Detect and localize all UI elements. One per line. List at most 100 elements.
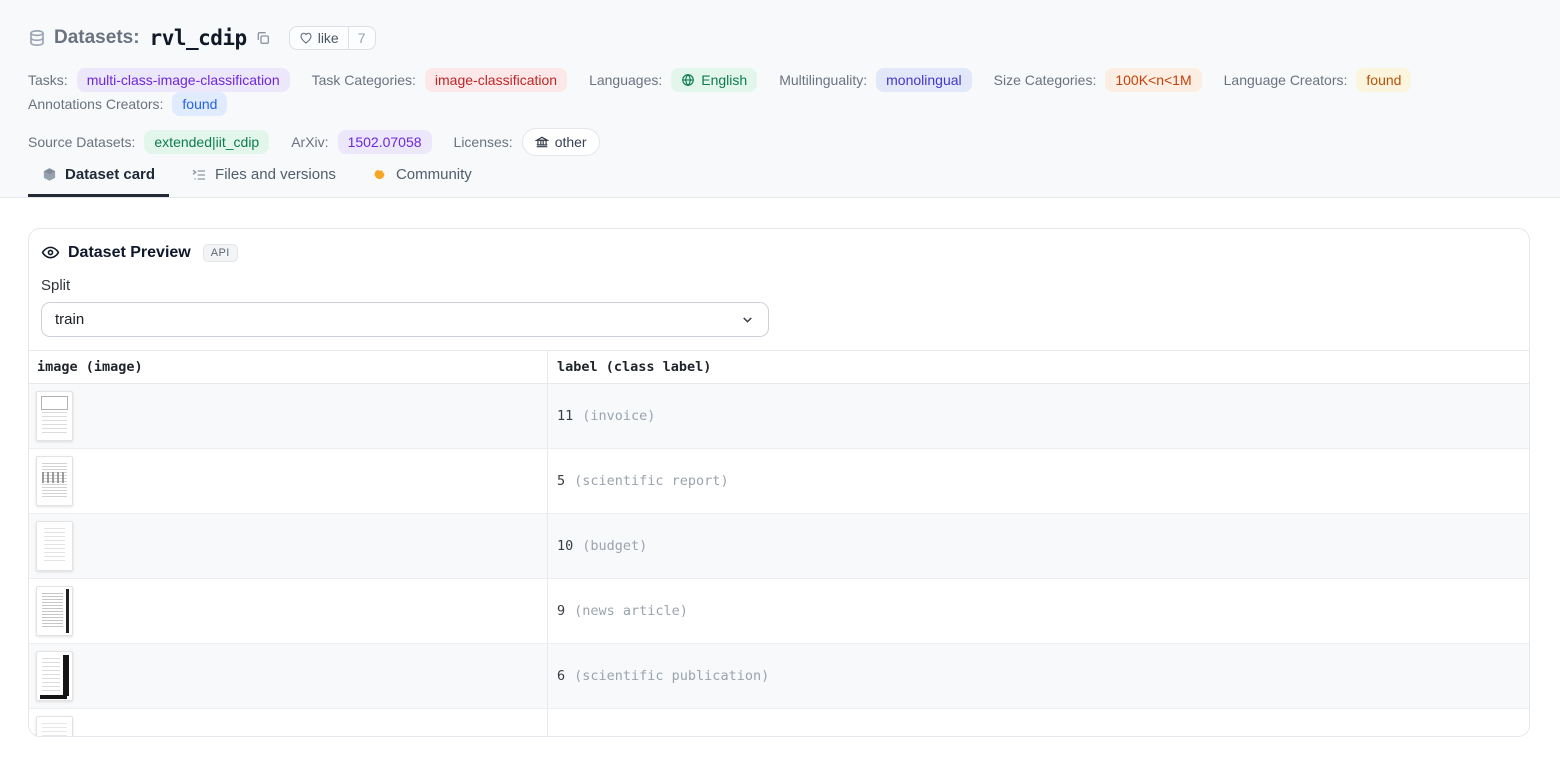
label-cell: 10 (budget) [548,514,1529,578]
document-thumbnail[interactable] [36,651,73,701]
document-thumbnail[interactable] [36,391,73,441]
preview-table: image (image) label (class label) 11 (in… [29,350,1529,737]
tab-community[interactable]: Community [358,158,486,197]
table-row: 6 (scientific publication) [29,644,1529,709]
database-icon [28,29,46,47]
like-count: 7 [348,27,375,49]
cube-icon [42,167,57,182]
languages-label: Languages: [589,72,662,88]
tab-dataset-card[interactable]: Dataset card [28,158,169,197]
split-label: Split [41,277,1517,294]
preview-title: Dataset Preview [68,244,191,262]
task-categories-label: Task Categories: [312,72,416,88]
label-value: 6 [557,668,565,684]
like-label: like [318,30,339,46]
language-creators-label: Language Creators: [1224,72,1348,88]
tag-group-multilinguality: Multilinguality: monolingual [779,68,971,92]
source-datasets-label: Source Datasets: [28,134,135,150]
label-cell: 9 (news article) [548,579,1529,643]
tasks-label: Tasks: [28,72,68,88]
tab-files-and-versions[interactable]: Files and versions [177,158,350,197]
tag-license-other[interactable]: other [522,128,600,156]
split-select-value: train [55,311,84,328]
dataset-name: rvl_cdip [150,26,247,50]
label-value: 11 [557,408,573,424]
tag-group-arxiv: ArXiv: 1502.07058 [291,130,431,154]
tag-monolingual[interactable]: monolingual [876,68,972,92]
heart-icon [299,31,313,45]
tag-multi-class-image-classification[interactable]: multi-class-image-classification [77,68,290,92]
image-cell [29,579,548,643]
tag-row-2: Source Datasets: extended|iit_cdip ArXiv… [28,128,1532,156]
eye-icon [41,243,60,262]
tag-license-other-label: other [555,132,587,152]
datasets-breadcrumb[interactable]: Datasets: [54,27,140,49]
tab-bar: Dataset card Files and versions [28,158,1532,197]
tag-group-task-categories: Task Categories: image-classification [312,68,567,92]
column-header-image: image (image) [29,351,548,383]
tag-language-english-label: English [701,70,747,90]
size-categories-label: Size Categories: [994,72,1097,88]
licenses-label: Licenses: [454,134,513,150]
tag-language-english[interactable]: English [671,68,757,92]
versions-icon [191,167,207,183]
document-thumbnail[interactable] [36,456,73,506]
label-name: (news article) [574,603,688,619]
tag-annotations-creators-found[interactable]: found [172,92,227,116]
dataset-preview-card: Dataset Preview API Split train image (i… [28,228,1530,737]
preview-header: Dataset Preview API [41,243,1517,262]
tag-group-size-categories: Size Categories: 100K<n<1M [994,68,1202,92]
tag-row-1: Tasks: multi-class-image-classification … [28,68,1532,116]
document-thumbnail[interactable] [36,716,73,737]
api-badge[interactable]: API [203,244,238,262]
globe-icon [681,73,695,87]
tab-community-label: Community [396,166,472,183]
tag-group-licenses: Licenses: other [454,128,600,156]
label-name: (scientific report) [574,473,728,489]
tag-language-creators-found[interactable]: found [1356,68,1411,92]
bank-icon [535,135,549,149]
multilinguality-label: Multilinguality: [779,72,867,88]
chevron-down-icon [740,312,755,327]
tag-image-classification[interactable]: image-classification [425,68,567,92]
dataset-page: Datasets: rvl_cdip like 7 [0,0,1560,767]
like-button-main: like [290,27,348,49]
table-row: 9 (news article) [29,579,1529,644]
title-row: Datasets: rvl_cdip like 7 [28,26,1532,50]
copy-icon[interactable] [255,30,271,46]
image-cell [29,644,548,708]
image-cell [29,384,548,448]
label-value: 5 [557,473,565,489]
image-cell [29,514,548,578]
arxiv-label: ArXiv: [291,134,328,150]
label-name: (invoice) [582,408,655,424]
tab-dataset-card-label: Dataset card [65,166,155,183]
image-cell [29,709,548,737]
label-cell [548,709,1529,737]
label-name: (budget) [582,538,647,554]
image-cell [29,449,548,513]
tag-source-dataset[interactable]: extended|iit_cdip [144,130,269,154]
label-cell: 5 (scientific report) [548,449,1529,513]
tag-group-tasks: Tasks: multi-class-image-classification [28,68,290,92]
document-thumbnail[interactable] [36,521,73,571]
tag-group-source-datasets: Source Datasets: extended|iit_cdip [28,130,269,154]
tag-group-language-creators: Language Creators: found [1224,68,1412,92]
annotations-creators-label: Annotations Creators: [28,96,163,112]
split-select[interactable]: train [41,302,769,337]
label-value: 10 [557,538,573,554]
document-thumbnail[interactable] [36,586,73,636]
column-header-label: label (class label) [548,359,1529,375]
table-row [29,709,1529,737]
page-header: Datasets: rvl_cdip like 7 [0,0,1560,198]
preview-controls: Dataset Preview API Split train [29,229,1529,337]
tag-group-annotations-creators: Annotations Creators: found [28,92,227,116]
table-row: 10 (budget) [29,514,1529,579]
like-button[interactable]: like 7 [289,26,376,50]
tag-size-category[interactable]: 100K<n<1M [1105,68,1201,92]
label-name: (scientific publication) [574,668,769,684]
table-row: 11 (invoice) [29,384,1529,449]
tag-arxiv-id[interactable]: 1502.07058 [338,130,432,154]
label-cell: 6 (scientific publication) [548,644,1529,708]
community-icon [372,167,388,183]
